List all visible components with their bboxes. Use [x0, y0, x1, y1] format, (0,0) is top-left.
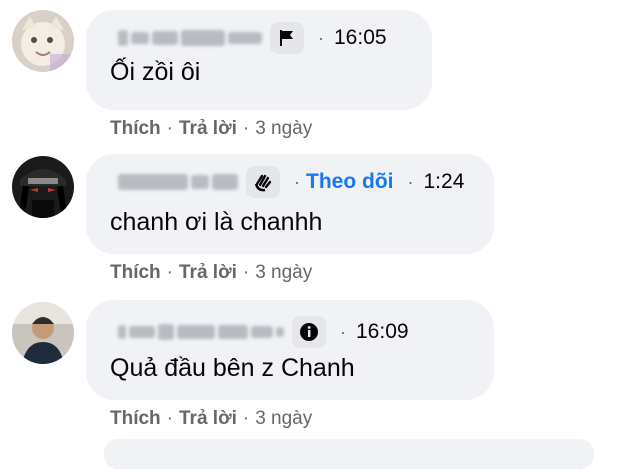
comment-meta: · 16:09 — [118, 316, 409, 348]
separator-dot: · — [294, 171, 300, 192]
separator-dot: · — [166, 408, 173, 429]
comment-time[interactable]: 16:05 — [334, 26, 387, 50]
reply-button[interactable]: Trả lời — [179, 118, 237, 140]
flag-icon — [270, 22, 304, 54]
comment-time[interactable]: 1:24 — [424, 170, 465, 194]
comment-meta: · 16:05 — [118, 22, 387, 54]
avatar[interactable] — [12, 156, 74, 218]
avatar[interactable] — [12, 10, 74, 72]
comment-meta: · Theo dõi · 1:24 — [118, 166, 464, 198]
separator-dot: · — [242, 262, 250, 283]
blurred-author-name[interactable] — [118, 172, 238, 192]
comment-bubble — [86, 300, 494, 400]
comment-actions: Thích · Trả lời · 3 ngày — [110, 118, 312, 140]
comment-age[interactable]: 3 ngày — [255, 118, 312, 140]
info-badge-icon — [292, 316, 326, 348]
separator-dot: · — [340, 321, 346, 342]
like-button[interactable]: Thích — [110, 408, 161, 430]
comment-text: chanh ơi là chanhh — [110, 208, 323, 236]
like-button[interactable]: Thích — [110, 262, 161, 284]
comment-actions: Thích · Trả lời · 3 ngày — [110, 408, 312, 430]
separator-dot: · — [166, 262, 173, 283]
comment-age[interactable]: 3 ngày — [255, 262, 312, 284]
comment-time[interactable]: 16:09 — [356, 320, 409, 344]
comment-age[interactable]: 3 ngày — [255, 408, 312, 430]
reply-button[interactable]: Trả lời — [179, 408, 237, 430]
next-comment-bubble — [104, 439, 594, 469]
reply-button[interactable]: Trả lời — [179, 262, 237, 284]
wave-hand-icon — [246, 166, 280, 198]
separator-dot: · — [242, 118, 250, 139]
separator-dot: · — [318, 27, 324, 48]
separator-dot: · — [166, 118, 173, 139]
comment-text: Ối zồi ôi — [110, 58, 201, 86]
separator-dot: · — [407, 171, 414, 192]
avatar[interactable] — [12, 302, 74, 364]
comment-actions: Thích · Trả lời · 3 ngày — [110, 262, 312, 284]
comment-text: Quả đầu bên z Chanh — [110, 354, 355, 382]
like-button[interactable]: Thích — [110, 118, 161, 140]
blurred-author-name[interactable] — [118, 28, 262, 48]
follow-button[interactable]: Theo dõi — [306, 170, 394, 194]
blurred-author-name[interactable] — [118, 322, 284, 342]
separator-dot: · — [242, 408, 250, 429]
